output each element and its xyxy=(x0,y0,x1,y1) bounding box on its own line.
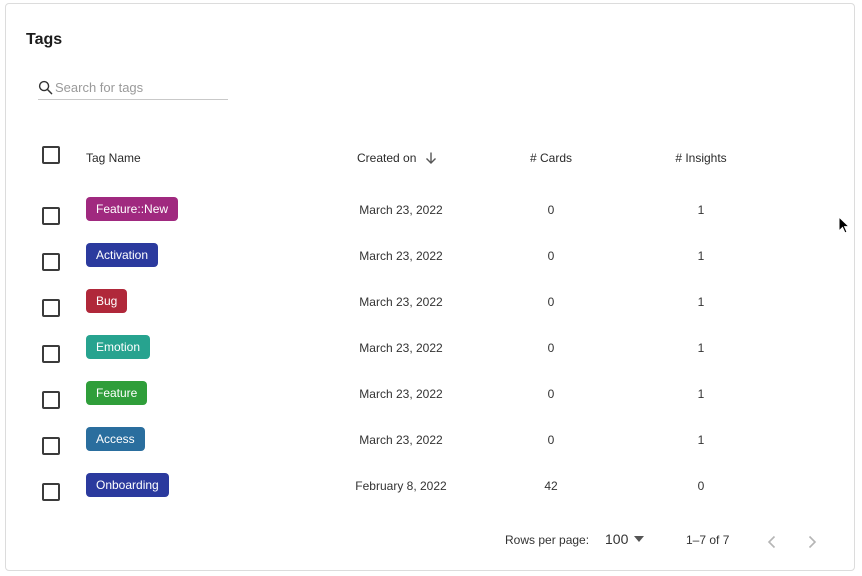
rows-per-page-value: 100 xyxy=(605,531,629,547)
row-checkbox[interactable] xyxy=(42,253,60,271)
cards-count: 0 xyxy=(547,387,555,401)
pagination-range: 1–7 of 7 xyxy=(686,533,730,547)
created-date: February 8, 2022 xyxy=(355,479,447,493)
search-input[interactable] xyxy=(55,80,225,95)
next-page-button[interactable] xyxy=(804,534,820,550)
column-header-created-on[interactable]: Created on xyxy=(357,151,438,165)
previous-page-button[interactable] xyxy=(764,534,780,550)
created-date: March 23, 2022 xyxy=(359,433,443,447)
cards-count: 0 xyxy=(547,203,555,217)
cards-count: 42 xyxy=(544,479,558,493)
row-checkbox[interactable] xyxy=(42,483,60,501)
cards-count: 0 xyxy=(547,433,555,447)
mouse-cursor-icon xyxy=(838,216,850,234)
insights-count: 1 xyxy=(697,387,705,401)
created-date: March 23, 2022 xyxy=(359,295,443,309)
table-row[interactable]: Activation March 23, 2022 0 1 xyxy=(6,243,854,297)
row-checkbox[interactable] xyxy=(42,345,60,363)
table-row[interactable]: Onboarding February 8, 2022 42 0 xyxy=(6,473,854,527)
caret-down-icon xyxy=(634,536,645,542)
cards-count: 0 xyxy=(547,249,555,263)
insights-count: 1 xyxy=(697,295,705,309)
column-header-insights[interactable]: # Insights xyxy=(675,151,726,165)
column-header-cards[interactable]: # Cards xyxy=(530,151,572,165)
cards-count: 0 xyxy=(547,295,555,309)
rows-per-page-label: Rows per page: xyxy=(505,533,590,547)
tag-chip[interactable]: Emotion xyxy=(86,335,151,359)
insights-count: 1 xyxy=(697,341,705,355)
rows-per-page-select[interactable]: 100 xyxy=(605,531,645,547)
insights-count: 1 xyxy=(697,433,705,447)
page-title: Tags xyxy=(26,31,63,48)
tag-chip[interactable]: Bug xyxy=(86,289,128,313)
insights-count: 0 xyxy=(697,479,705,493)
row-checkbox[interactable] xyxy=(42,437,60,455)
search-box xyxy=(38,76,228,100)
column-header-tag-name[interactable]: Tag Name xyxy=(86,151,141,165)
created-date: March 23, 2022 xyxy=(359,203,443,217)
tag-chip[interactable]: Onboarding xyxy=(86,473,169,497)
column-header-created-label: Created on xyxy=(357,151,417,165)
created-date: March 23, 2022 xyxy=(359,249,443,263)
arrow-down-icon xyxy=(426,152,437,164)
created-date: March 23, 2022 xyxy=(359,341,443,355)
tag-chip[interactable]: Activation xyxy=(86,243,159,267)
tag-chip[interactable]: Feature::New xyxy=(86,197,179,221)
row-checkbox[interactable] xyxy=(42,391,60,409)
chevron-left-icon xyxy=(767,535,776,549)
row-checkbox[interactable] xyxy=(42,299,60,317)
chevron-right-icon xyxy=(808,535,817,549)
tags-card: Tags Tag Name Created on # Cards # Insig… xyxy=(5,3,855,571)
created-date: March 23, 2022 xyxy=(359,387,443,401)
select-all-checkbox[interactable] xyxy=(42,146,60,164)
row-checkbox[interactable] xyxy=(42,207,60,225)
tag-chip[interactable]: Feature xyxy=(86,381,148,405)
insights-count: 1 xyxy=(697,203,705,217)
tag-chip[interactable]: Access xyxy=(86,427,145,451)
search-icon xyxy=(38,80,53,95)
insights-count: 1 xyxy=(697,249,705,263)
cards-count: 0 xyxy=(547,341,555,355)
